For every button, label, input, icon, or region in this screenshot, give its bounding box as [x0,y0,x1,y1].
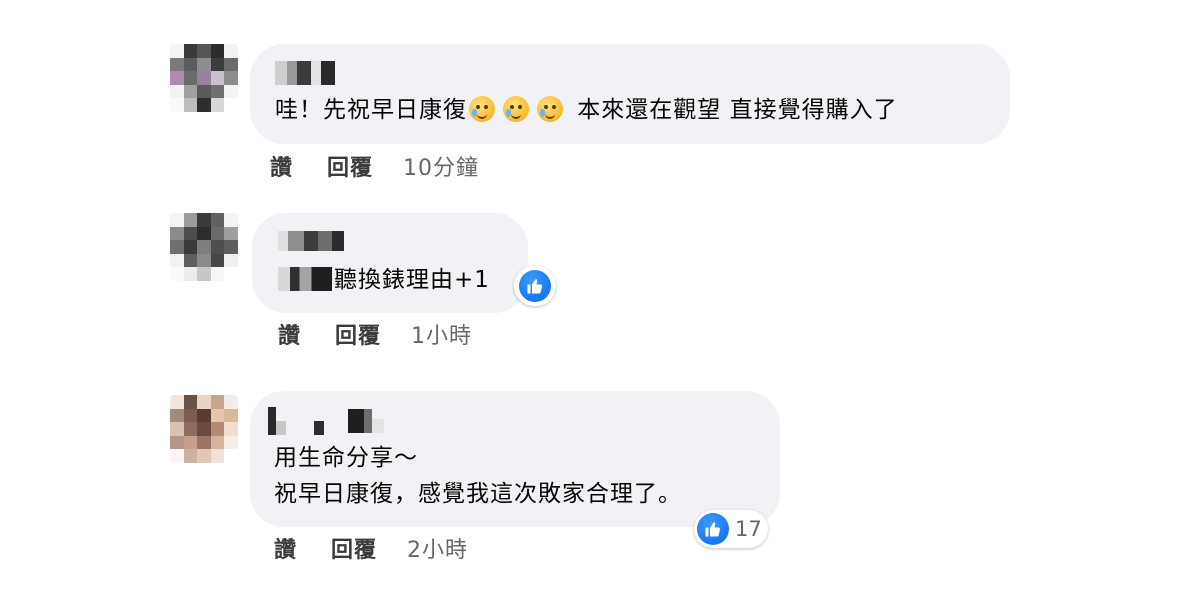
reaction-badge[interactable]: 17 [694,510,768,548]
reply-link[interactable]: 回覆 [327,150,373,182]
thumbs-up-icon [519,270,551,302]
thumbs-up-icon [697,513,729,545]
avatar[interactable] [170,395,238,463]
reply-link[interactable]: 回覆 [335,318,381,350]
crying-smile-emoji-icon [537,96,563,122]
timestamp[interactable]: 2小時 [407,532,468,564]
reaction-badge[interactable] [514,266,556,306]
comment-actions: 讚 回覆 10分鐘 [270,150,479,182]
comment-text-part: 哇！先祝早日康復 [275,97,467,123]
author-name-redacted[interactable] [275,60,335,86]
redacted-text [278,267,332,291]
avatar[interactable] [170,213,238,281]
timestamp[interactable]: 1小時 [411,318,472,350]
crying-smile-emoji-icon [469,96,495,122]
crying-smile-emoji-icon [503,96,529,122]
comment-text-line: 用生命分享～ [274,445,418,471]
comment-actions: 讚 回覆 1小時 [278,318,472,350]
timestamp[interactable]: 10分鐘 [403,150,479,182]
like-link[interactable]: 讚 [274,532,297,564]
comment-text: 用生命分享～ 祝早日康復，感覺我這次敗家合理了。 [274,440,682,512]
reaction-count: 17 [735,517,762,541]
comment-text-part: 本來還在觀望 直接覺得購入了 [569,97,898,123]
comment-thread: 哇！先祝早日康復 本來還在觀望 直接覺得購入了 讚 回覆 10分鐘 聽換錶理由+… [0,0,1200,603]
author-name-redacted[interactable] [268,407,384,435]
avatar[interactable] [170,44,238,112]
reply-link[interactable]: 回覆 [331,532,377,564]
comment-text-line: 祝早日康復，感覺我這次敗家合理了。 [274,481,682,507]
comment-actions: 讚 回覆 2小時 [274,532,468,564]
author-name-redacted[interactable] [278,228,344,254]
like-link[interactable]: 讚 [278,318,301,350]
comment-text: 哇！先祝早日康復 本來還在觀望 直接覺得購入了 [275,92,898,128]
like-link[interactable]: 讚 [270,150,293,182]
comment-text-part: 聽換錶理由+1 [334,267,490,293]
comment-text: 聽換錶理由+1 [278,262,490,298]
